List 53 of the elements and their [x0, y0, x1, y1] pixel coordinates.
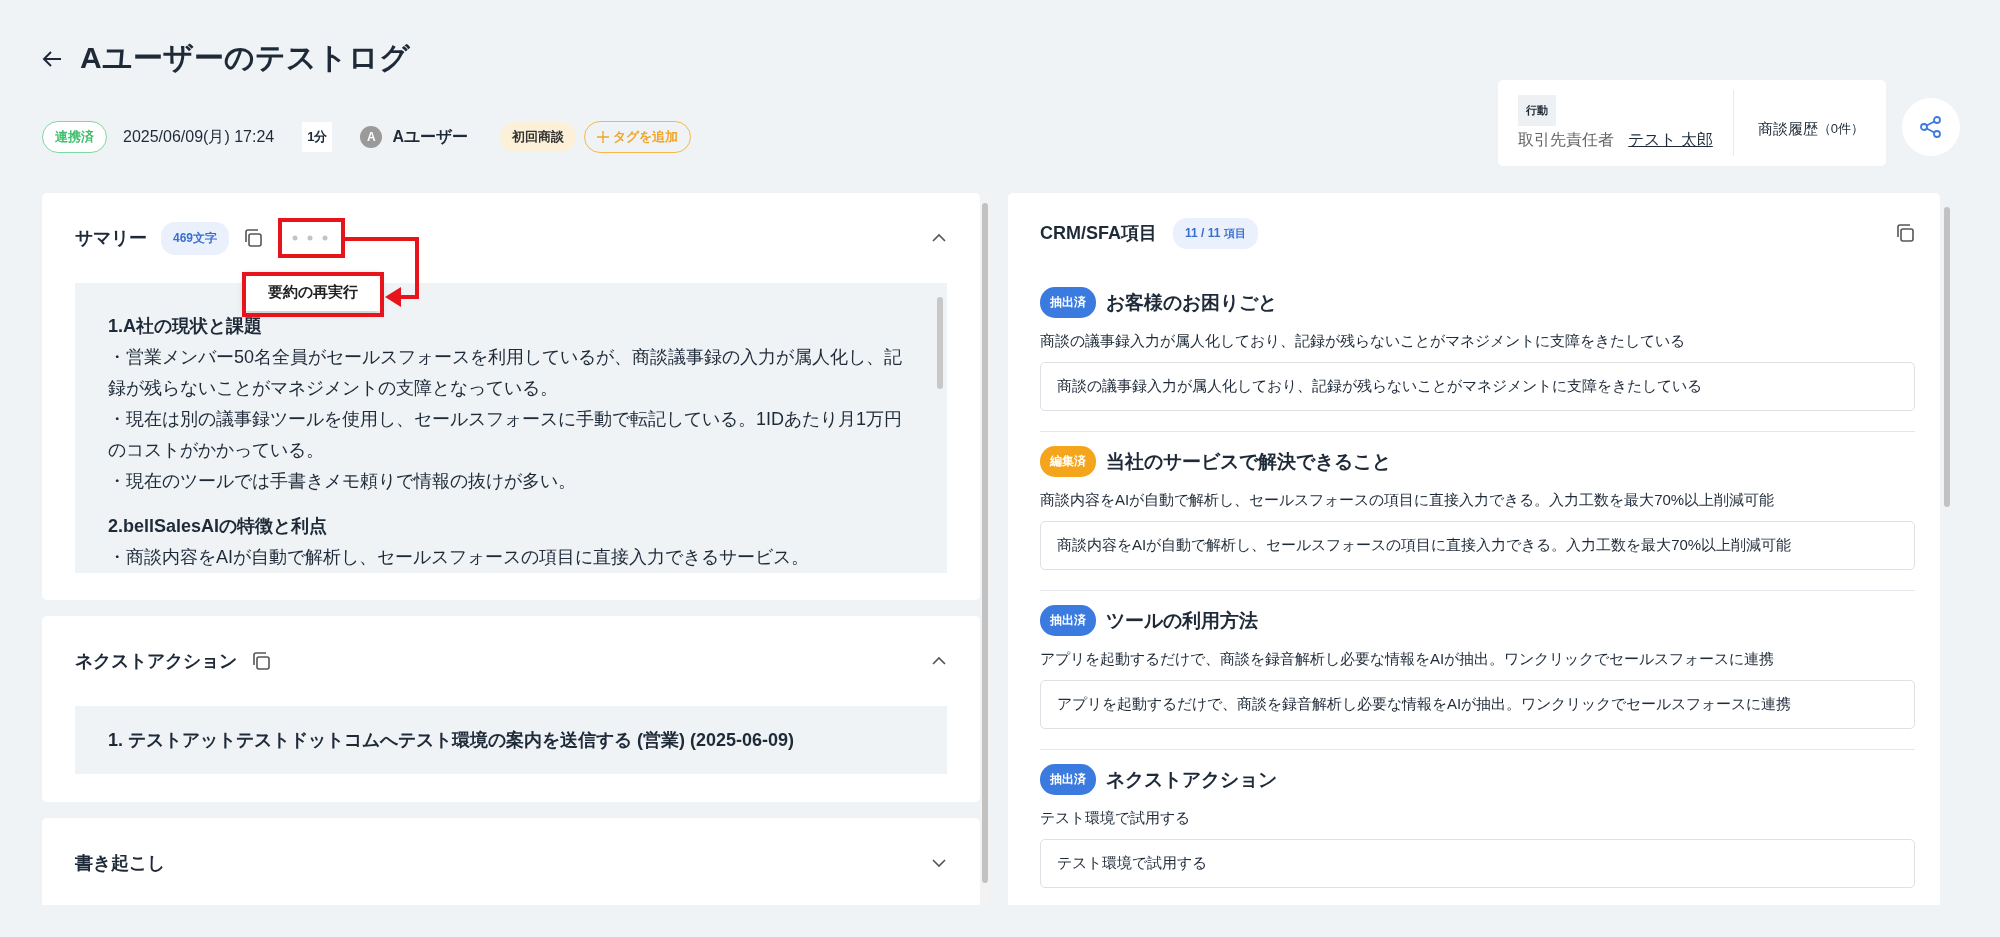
share-icon: [1919, 115, 1943, 139]
contact-label: 取引先責任者: [1518, 130, 1615, 150]
history-label[interactable]: 商談履歴（0件）: [1757, 119, 1864, 139]
next-action-item: 1. テストアットテストドットコムへテスト環境の案内を送信する (営業) (2025-06-09): [75, 706, 947, 774]
summary-heading: 1.A社の現状と課題: [108, 315, 263, 338]
extracted-text: アプリを起動するだけで、商談を録音解析し必要な情報をAIが抽出。ワンクリックでセールスフォースに連携: [1040, 650, 1776, 669]
copy-icon[interactable]: [1895, 223, 1915, 243]
status-badge: 抽出済: [1040, 287, 1096, 318]
back-arrow-icon[interactable]: [42, 49, 62, 68]
field-label: ツールの利用方法: [1106, 608, 1258, 633]
summary-text: ・営業メンバー50名全員がセールスフォースを利用しているが、商談議事録の入力が属人化し、記録が残らないことがマネジメントの支障となっている。: [108, 346, 904, 400]
extracted-text: 商談内容をAIが自動で解析し、セールスフォースの項目に直接入力できる。入力工数を最大70%以上削減可能: [1040, 491, 1776, 510]
page-title: Aユーザーのテストログ: [80, 40, 410, 76]
summary-text: ・現在のツールでは手書きメモ頼りで情報の抜けが多い。: [108, 470, 577, 493]
summary-text: ・商談内容をAIが自動で解析し、セールスフォースの項目に直接入力できるサービス。: [108, 546, 810, 569]
input-field[interactable]: 商談の議事録入力が属人化しており、記録が残らないことがマネジメントに支障をきたしている: [1040, 362, 1915, 411]
chevron-icon[interactable]: [931, 233, 947, 243]
copy-icon[interactable]: [251, 651, 271, 671]
action-label: 行動: [1518, 95, 1557, 126]
scrollbar-thumb[interactable]: [937, 297, 943, 389]
status-badge: 抽出済: [1040, 605, 1096, 636]
user-avatar: A: [360, 126, 383, 148]
user-name: Aユーザー: [392, 126, 468, 147]
duration-label: 1分: [302, 122, 333, 152]
chevron-icon[interactable]: [931, 656, 947, 666]
scrollbar-thumb[interactable]: [1944, 207, 1950, 507]
extracted-text: テスト環境で試用する: [1040, 809, 1191, 828]
status-badge: 抽出済: [1040, 764, 1096, 795]
section-title: CRM/SFA項目: [1040, 222, 1157, 245]
scrollbar-thumb[interactable]: [982, 203, 988, 883]
highlight-frame: [278, 218, 345, 258]
section-title: 書き起こし: [75, 852, 165, 875]
meeting-datetime: 2025/06/09(月) 17:24: [123, 126, 275, 147]
summary-text: ・現在は別の議事録ツールを使用し、セールスフォースに手動で転記している。1IDあたり月1万円のコストがかかっている。: [108, 408, 904, 462]
character-count: 469文字: [161, 221, 230, 255]
copy-icon[interactable]: [243, 228, 264, 248]
summary-heading: 2.bellSalesAIの特徴と利点: [108, 515, 329, 538]
field-label: お客様のお困りごと: [1106, 290, 1277, 315]
plus-icon: [597, 131, 609, 143]
section-title: ネクストアクション: [75, 650, 237, 673]
chevron-icon[interactable]: [931, 858, 947, 868]
status-tag: 連携済: [42, 121, 107, 153]
input-field[interactable]: アプリを起動するだけで、商談を録音解析し必要な情報をAIが抽出。ワンクリックでセールスフォースに連携: [1040, 680, 1915, 729]
contact-link[interactable]: テスト 太郎: [1628, 130, 1713, 151]
item-count: 11 / 11 項目: [1173, 217, 1259, 249]
tag: 初回商談: [500, 122, 576, 152]
extracted-text: 商談の議事録入力が属人化しており、記録が残らないことがマネジメントに支障をきたしている: [1040, 332, 1686, 351]
section-title: サマリー: [75, 227, 147, 250]
input-field[interactable]: 商談内容をAIが自動で解析し、セールスフォースの項目に直接入力できる。入力工数を最大70%以上削減可能: [1040, 521, 1915, 570]
status-badge: 編集済: [1040, 446, 1096, 477]
field-label: ネクストアクション: [1106, 767, 1277, 792]
input-field[interactable]: テスト環境で試用する: [1040, 839, 1915, 888]
field-label: 当社のサービスで解決できること: [1106, 449, 1391, 474]
